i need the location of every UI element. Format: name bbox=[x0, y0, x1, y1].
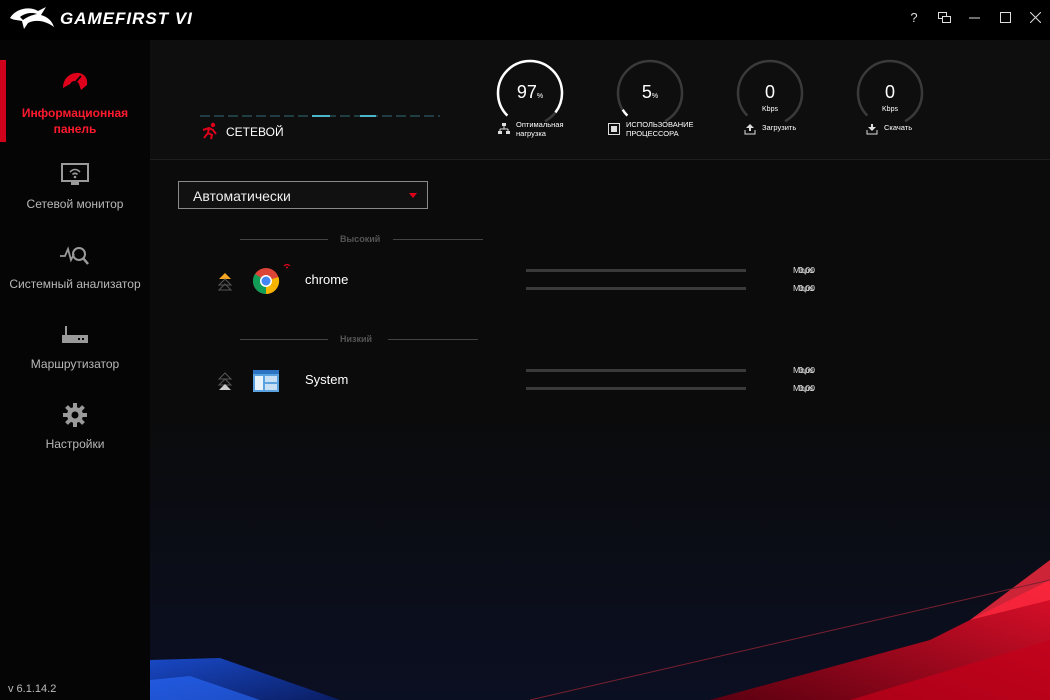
bandwidth-bar bbox=[526, 269, 746, 272]
main-panel: СЕТЕВОЙ 97% Оптимальная нагрузка 5% ИСПО… bbox=[150, 40, 1050, 700]
group-label: Высокий bbox=[340, 234, 381, 244]
restore-button[interactable] bbox=[932, 8, 956, 26]
sidebar-item-system-analyzer[interactable]: Системный анализатор bbox=[0, 230, 150, 310]
network-runner-icon bbox=[202, 122, 217, 140]
network-label: СЕТЕВОЙ bbox=[226, 125, 284, 139]
gauge-label: Загрузить bbox=[762, 123, 797, 132]
sidebar: Информационная панель Сетевой монитор Си… bbox=[0, 40, 150, 700]
select-value: Автоматически bbox=[193, 188, 291, 204]
status-header: СЕТЕВОЙ 97% Оптимальная нагрузка 5% ИСПО… bbox=[150, 40, 1050, 160]
priority-mode-select[interactable]: Автоматически bbox=[178, 181, 428, 209]
sidebar-item-router[interactable]: Маршрутизатор bbox=[0, 310, 150, 390]
gauge-label: ИСПОЛЬЗОВАНИЕ ПРОЦЕССОРА bbox=[626, 120, 694, 138]
help-label: ? bbox=[910, 9, 918, 25]
system-analyzer-icon bbox=[60, 246, 89, 265]
minimize-button[interactable] bbox=[962, 8, 986, 26]
app-name: System bbox=[305, 372, 349, 387]
app-row-system[interactable]: System 0,00 Mbps 0,00 Mbps bbox=[150, 359, 1050, 399]
close-icon bbox=[1029, 11, 1041, 23]
rate-unit: Mbps bbox=[793, 265, 814, 275]
wifi-indicator-icon bbox=[283, 263, 291, 269]
upload-icon bbox=[744, 124, 756, 135]
maximize-icon bbox=[999, 11, 1011, 23]
app-name: chrome bbox=[305, 272, 349, 287]
gauge-network-load: 97% Оптимальная нагрузка bbox=[470, 58, 590, 168]
bandwidth-bar bbox=[526, 287, 746, 290]
rate-unit: Mbps bbox=[793, 365, 814, 375]
minimize-icon bbox=[968, 17, 980, 18]
sidebar-item-label: Информационная панель bbox=[21, 106, 129, 136]
divider-line bbox=[388, 339, 478, 340]
gauge-unit: Kbps bbox=[762, 106, 778, 113]
gauge-unit: % bbox=[651, 93, 659, 100]
gauge-value: 97% bbox=[516, 82, 544, 102]
app-row-chrome[interactable]: chrome 0,00 Mbps 0,00 Mbps bbox=[150, 259, 1050, 299]
group-divider-high: Высокий bbox=[240, 234, 483, 244]
priority-low-icon bbox=[218, 372, 232, 390]
app-title: GAMEFIRST VI bbox=[60, 9, 193, 28]
gauge-value: 0 bbox=[764, 82, 775, 102]
sidebar-item-label: Маршрутизатор bbox=[30, 357, 120, 371]
restore-icon bbox=[937, 11, 951, 23]
sidebar-item-network-monitor[interactable]: Сетевой монитор bbox=[0, 150, 150, 230]
priority-high-icon bbox=[218, 273, 232, 291]
close-button[interactable] bbox=[1023, 8, 1047, 26]
sidebar-item-dashboard[interactable]: Информационная панель bbox=[0, 60, 150, 142]
group-divider-low: Низкий bbox=[240, 334, 478, 344]
maximize-button[interactable] bbox=[993, 8, 1017, 26]
gauge-upload: 0 Kbps Загрузить bbox=[710, 58, 830, 168]
divider-line bbox=[393, 239, 483, 240]
gauge-value: 5% bbox=[641, 82, 659, 102]
cpu-icon bbox=[608, 123, 620, 135]
download-icon bbox=[866, 124, 878, 135]
rog-logo-icon bbox=[10, 7, 54, 29]
sidebar-item-label: Сетевой монитор bbox=[26, 197, 124, 211]
sidebar-item-settings[interactable]: Настройки bbox=[0, 390, 150, 470]
network-activity-graph bbox=[200, 115, 440, 117]
divider-line bbox=[240, 239, 328, 240]
gauge-value: 0 bbox=[884, 82, 895, 102]
bandwidth-bar bbox=[526, 369, 746, 372]
divider-line bbox=[240, 339, 328, 340]
group-label: Низкий bbox=[340, 334, 373, 344]
version-label: v 6.1.14.2 bbox=[8, 683, 57, 695]
system-window-icon bbox=[253, 370, 279, 392]
sidebar-item-label: Настройки bbox=[45, 437, 105, 451]
bandwidth-bar bbox=[526, 387, 746, 390]
rate-unit: Mbps bbox=[793, 283, 814, 293]
network-load-icon bbox=[498, 123, 510, 134]
network-monitor-icon bbox=[61, 163, 89, 185]
title-bar: GAMEFIRST VI ? bbox=[0, 0, 1050, 40]
rate-unit: Mbps bbox=[793, 383, 814, 393]
help-button[interactable]: ? bbox=[902, 8, 926, 26]
gauge-label: Скачать bbox=[884, 123, 913, 132]
gauge-unit: Kbps bbox=[882, 106, 898, 113]
gauge-label: Оптимальная нагрузка bbox=[516, 120, 564, 138]
gauge-cpu-usage: 5% ИСПОЛЬЗОВАНИЕ ПРОЦЕССОРА bbox=[590, 58, 710, 168]
chrome-icon bbox=[252, 268, 280, 295]
gauge-unit: % bbox=[536, 93, 544, 100]
chevron-down-icon bbox=[409, 193, 417, 198]
sidebar-item-label: Системный анализатор bbox=[9, 277, 141, 291]
router-icon bbox=[62, 326, 88, 343]
gauge-download: 0 Kbps Скачать bbox=[830, 58, 950, 168]
gear-icon bbox=[63, 403, 87, 427]
dashboard-speedometer-icon bbox=[63, 72, 88, 90]
